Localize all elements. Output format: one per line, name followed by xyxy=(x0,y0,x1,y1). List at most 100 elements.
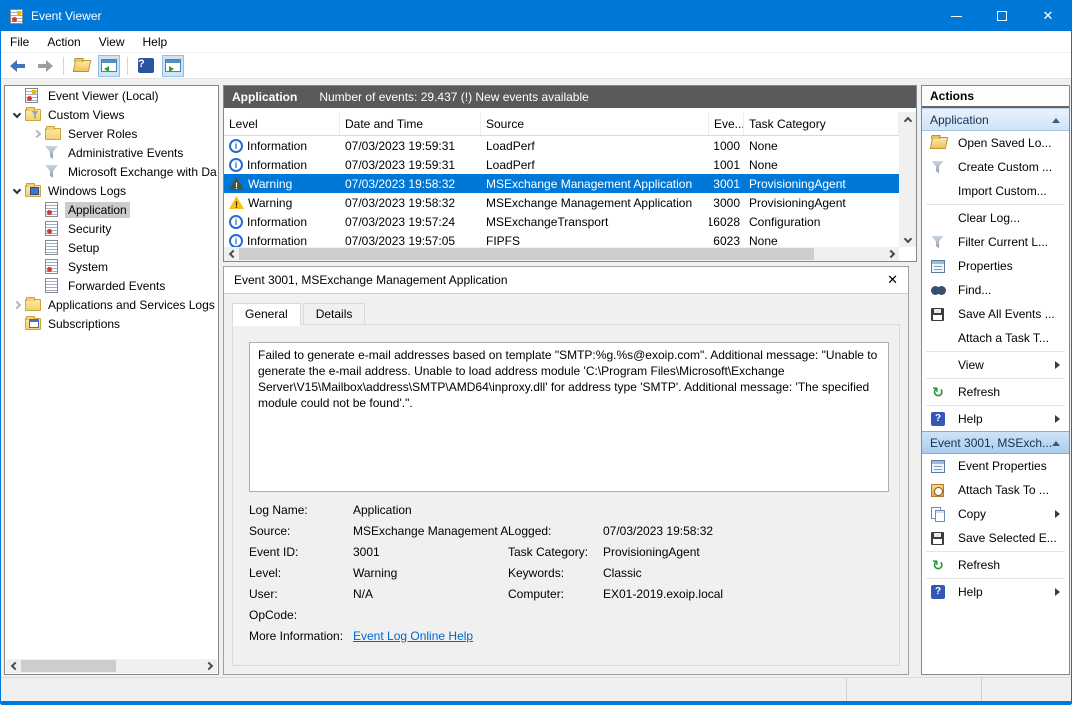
column-header-level[interactable]: Level xyxy=(224,112,340,135)
field-value: Classic xyxy=(603,566,889,580)
action-clear-log-[interactable]: Clear Log... xyxy=(922,206,1069,230)
field-row: Log Name:Application xyxy=(249,499,889,520)
chevron-left-icon xyxy=(228,250,236,258)
scrollbar-thumb[interactable] xyxy=(239,248,814,260)
level-text: Information xyxy=(247,158,307,172)
information-icon: i xyxy=(229,158,243,172)
tab-general[interactable]: General xyxy=(232,303,301,326)
event-row[interactable]: Warning07/03/2023 19:58:32MSExchange Man… xyxy=(224,174,899,193)
minimize-button[interactable] xyxy=(933,1,979,31)
action-import-custom-[interactable]: Import Custom... xyxy=(922,179,1069,203)
tree-item-server-roles[interactable]: Server Roles xyxy=(5,124,218,143)
tree-item-subscriptions[interactable]: Subscriptions xyxy=(5,314,218,333)
action-refresh[interactable]: Refresh xyxy=(922,553,1069,577)
action-filter-current-l-[interactable]: Filter Current L... xyxy=(922,230,1069,254)
action-attach-a-task-t-[interactable]: Attach a Task T... xyxy=(922,326,1069,350)
action-help[interactable]: Help xyxy=(922,580,1069,604)
tree-item-custom-views[interactable]: Custom Views xyxy=(5,105,218,124)
show-console-tree-button[interactable] xyxy=(98,55,120,77)
action-view[interactable]: View xyxy=(922,353,1069,377)
field-label: Log Name: xyxy=(249,503,353,517)
chevron-right-icon[interactable] xyxy=(9,302,25,308)
action-find-[interactable]: Find... xyxy=(922,278,1069,302)
collapse-icon[interactable] xyxy=(1052,118,1060,123)
export-button[interactable] xyxy=(71,55,93,77)
tree-item-system[interactable]: System xyxy=(5,257,218,276)
action-open-saved-lo-[interactable]: Open Saved Lo... xyxy=(922,131,1069,155)
log-plain-icon xyxy=(45,240,65,255)
tree-item-applications-and-services-logs[interactable]: Applications and Services Logs xyxy=(5,295,218,314)
event-list-vertical-scrollbar[interactable] xyxy=(899,112,916,247)
tree-item-label: Applications and Services Logs xyxy=(45,297,218,313)
event-list-horizontal-scrollbar[interactable] xyxy=(224,247,899,261)
scroll-right-button[interactable] xyxy=(203,659,217,673)
scroll-down-button[interactable] xyxy=(899,233,916,247)
date-time-cell: 07/03/2023 19:59:31 xyxy=(340,158,481,172)
menu-item-help[interactable]: Help xyxy=(134,31,177,53)
action-label: Help xyxy=(958,412,983,426)
chevron-down-icon[interactable] xyxy=(9,189,25,193)
scroll-up-button[interactable] xyxy=(899,112,916,126)
back-button[interactable] xyxy=(7,55,29,77)
maximize-button[interactable] xyxy=(979,1,1025,31)
action-attach-task-to-[interactable]: Attach Task To ... xyxy=(922,478,1069,502)
action-save-selected-e-[interactable]: Save Selected E... xyxy=(922,526,1069,550)
actions-section-header[interactable]: Event 3001, MSExch... xyxy=(922,431,1069,454)
tree-item-windows-logs[interactable]: Windows Logs xyxy=(5,181,218,200)
action-label: Save Selected E... xyxy=(958,531,1057,545)
chevron-right-icon[interactable] xyxy=(29,131,45,137)
action-properties[interactable]: Properties xyxy=(922,254,1069,278)
menu-item-view[interactable]: View xyxy=(90,31,134,53)
action-save-all-events-[interactable]: Save All Events ... xyxy=(922,302,1069,326)
actions-section-header[interactable]: Application xyxy=(922,108,1069,131)
event-row[interactable]: iInformation07/03/2023 19:59:31LoadPerf1… xyxy=(224,136,899,155)
event-row[interactable]: iInformation07/03/2023 19:59:31LoadPerf1… xyxy=(224,155,899,174)
help-icon: ? xyxy=(138,58,154,73)
tree-item-microsoft-exchange-with-da[interactable]: Microsoft Exchange with Da xyxy=(5,162,218,181)
tab-details[interactable]: Details xyxy=(303,303,366,326)
tree-item-forwarded-events[interactable]: Forwarded Events xyxy=(5,276,218,295)
show-action-pane-button[interactable] xyxy=(162,55,184,77)
action-help[interactable]: Help xyxy=(922,407,1069,431)
help-button[interactable]: ? xyxy=(135,55,157,77)
column-header-source[interactable]: Source xyxy=(481,112,709,135)
action-create-custom-[interactable]: Create Custom ... xyxy=(922,155,1069,179)
tree-item-application[interactable]: Application xyxy=(5,200,218,219)
event-row[interactable]: iInformation07/03/2023 19:57:05FIPFS6023… xyxy=(224,231,899,247)
scrollbar-thumb[interactable] xyxy=(21,660,116,672)
column-header-task-category[interactable]: Task Category xyxy=(744,112,899,135)
source-cell: FIPFS xyxy=(481,234,709,248)
chevron-left-icon xyxy=(10,662,18,670)
action-event-properties[interactable]: Event Properties xyxy=(922,454,1069,478)
event-log-online-help-link[interactable]: Event Log Online Help xyxy=(353,629,508,643)
scroll-left-button[interactable] xyxy=(224,247,238,261)
tree-item-setup[interactable]: Setup xyxy=(5,238,218,257)
close-button[interactable]: ✕ xyxy=(1025,1,1071,31)
event-id-cell: 16028 xyxy=(709,215,744,229)
field-row: Event ID:3001Task Category:ProvisioningA… xyxy=(249,541,889,562)
event-description[interactable]: Failed to generate e-mail addresses base… xyxy=(249,342,889,492)
collapse-icon[interactable] xyxy=(1052,441,1060,446)
open-folder-icon xyxy=(73,60,92,72)
title-bar: Event Viewer ✕ xyxy=(1,1,1071,31)
column-header-date-and-time[interactable]: Date and Time xyxy=(340,112,481,135)
details-close-icon[interactable]: ✕ xyxy=(887,272,898,288)
action-copy[interactable]: Copy xyxy=(922,502,1069,526)
event-count: Number of events: 29.437 (!) New events … xyxy=(319,90,588,104)
tree-item-event-viewer-local-[interactable]: Event Viewer (Local) xyxy=(5,86,218,105)
action-refresh[interactable]: Refresh xyxy=(922,380,1069,404)
tree-item-administrative-events[interactable]: Administrative Events xyxy=(5,143,218,162)
scroll-left-button[interactable] xyxy=(6,659,20,673)
event-row[interactable]: Warning07/03/2023 19:58:32MSExchange Man… xyxy=(224,193,899,212)
chevron-down-icon[interactable] xyxy=(9,113,25,117)
scroll-right-button[interactable] xyxy=(885,247,899,261)
forward-button[interactable] xyxy=(34,55,56,77)
tree-item-security[interactable]: Security xyxy=(5,219,218,238)
column-header-eve-[interactable]: Eve... xyxy=(709,112,744,135)
event-row[interactable]: iInformation07/03/2023 19:57:24MSExchang… xyxy=(224,212,899,231)
menu-item-file[interactable]: File xyxy=(1,31,38,53)
details-body: Failed to generate e-mail addresses base… xyxy=(232,324,900,666)
tree-horizontal-scrollbar[interactable] xyxy=(6,659,217,673)
level-text: Information xyxy=(247,139,307,153)
menu-item-action[interactable]: Action xyxy=(38,31,89,53)
